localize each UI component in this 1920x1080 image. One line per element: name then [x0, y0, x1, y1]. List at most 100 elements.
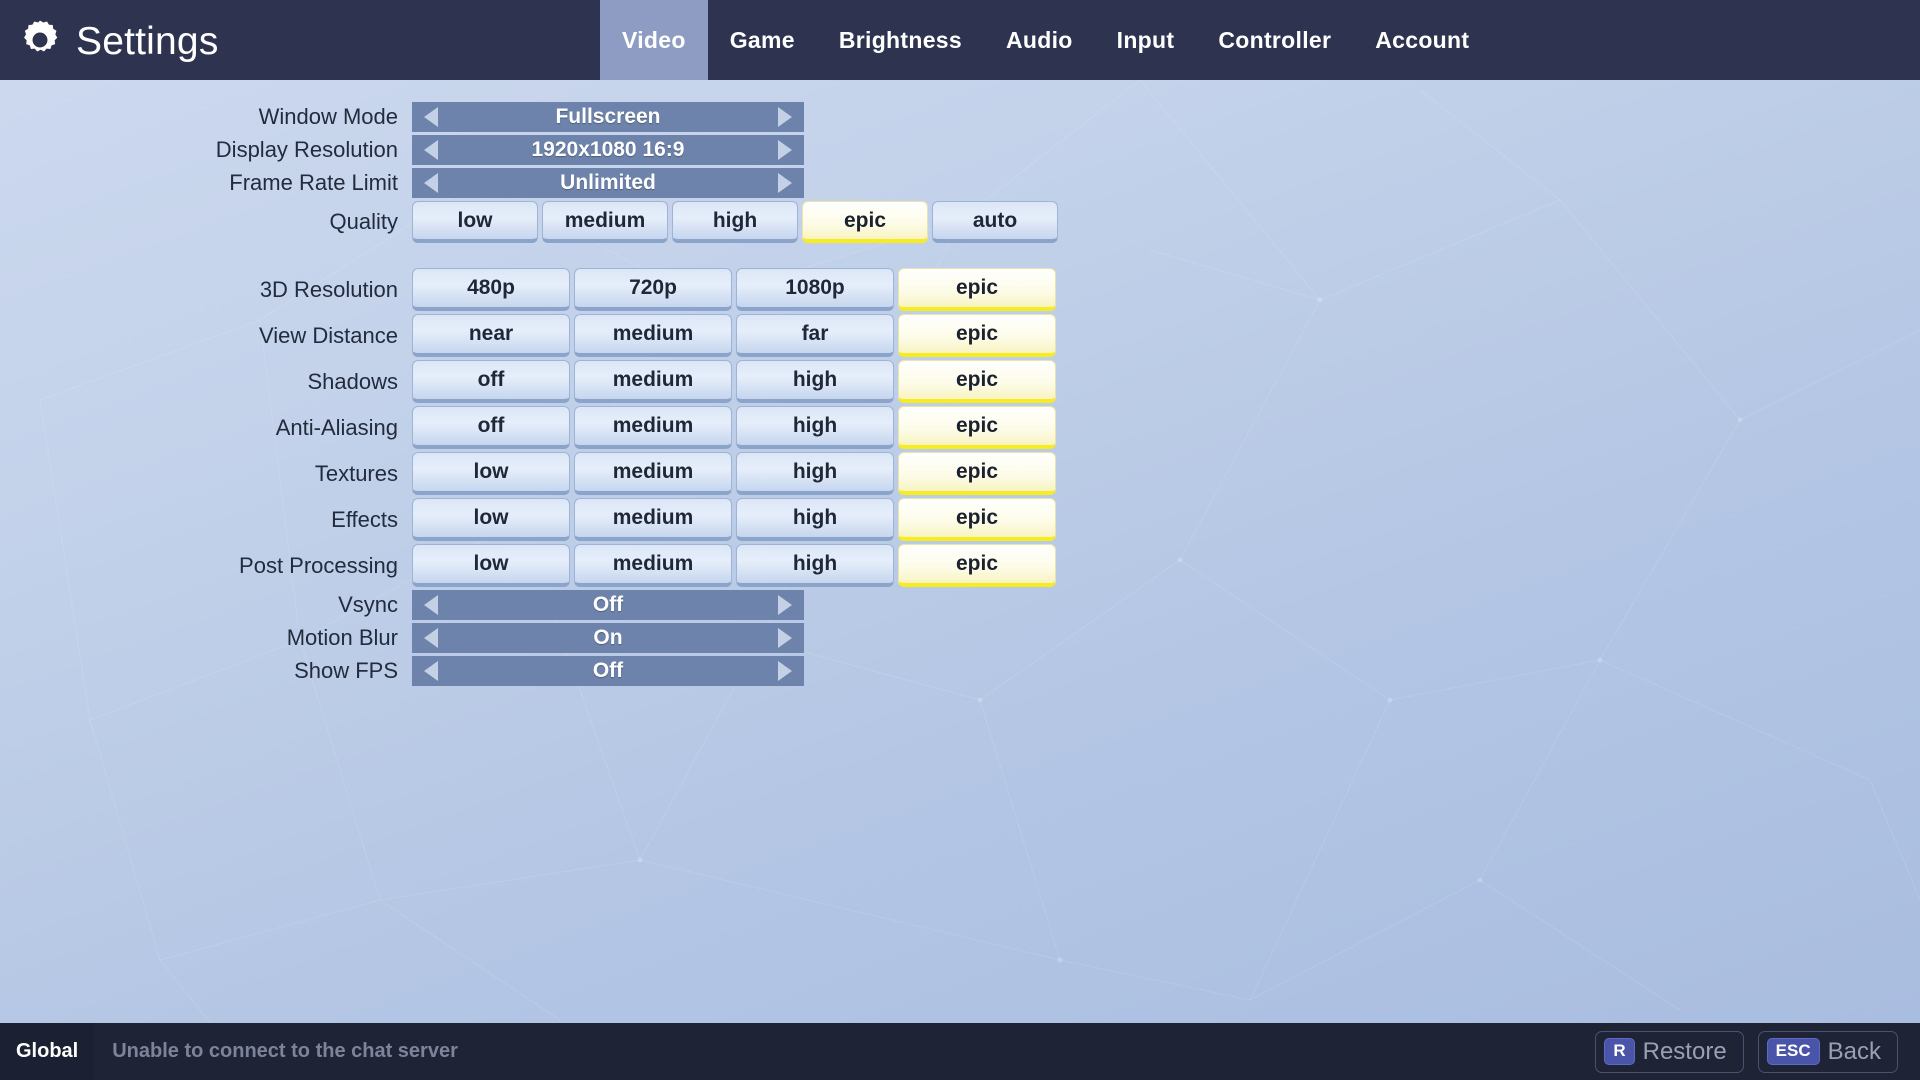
option-medium[interactable]: medium [542, 201, 668, 243]
tab-brightness[interactable]: Brightness [817, 0, 984, 80]
option-auto[interactable]: auto [932, 201, 1058, 243]
spinner-display-resolution[interactable]: 1920x1080 16:9 [412, 135, 804, 165]
restore-button[interactable]: R Restore [1595, 1030, 1744, 1073]
option-high[interactable]: high [736, 452, 894, 495]
spinner-frame-rate-limit[interactable]: Unlimited [412, 168, 804, 198]
arrow-right-icon[interactable] [778, 140, 792, 160]
tab-bar: Video Game Brightness Audio Input Controller A… [600, 0, 1491, 80]
tab-account[interactable]: Account [1353, 0, 1491, 80]
option-medium[interactable]: medium [574, 498, 732, 541]
option-group: low medium high epic [412, 544, 1060, 587]
arrow-right-icon[interactable] [778, 173, 792, 193]
arrow-left-icon[interactable] [424, 661, 438, 681]
setting-label: Window Mode [258, 104, 398, 129]
tab-label: Game [729, 26, 795, 53]
spinner-motion-blur[interactable]: On [412, 623, 804, 653]
tab-label: Video [622, 26, 686, 53]
setting-row: 3D Resolution 480p 720p 1080p epic [0, 268, 1920, 311]
option-low[interactable]: low [412, 452, 570, 495]
spinner-show-fps[interactable]: Off [412, 656, 804, 686]
arrow-right-icon[interactable] [778, 107, 792, 127]
setting-label: Motion Blur [286, 625, 398, 650]
tab-controller[interactable]: Controller [1196, 0, 1353, 80]
option-medium[interactable]: medium [574, 360, 732, 403]
arrow-left-icon[interactable] [424, 140, 438, 160]
option-480p[interactable]: 480p [412, 268, 570, 311]
option-low[interactable]: low [412, 544, 570, 587]
back-button[interactable]: ESC Back [1757, 1030, 1898, 1073]
arrow-left-icon[interactable] [424, 173, 438, 193]
setting-row: Effects low medium high epic [0, 498, 1920, 541]
option-group: low medium high epic auto [412, 201, 1062, 243]
setting-label: Display Resolution [215, 137, 398, 162]
option-label: low [473, 460, 509, 483]
option-label: medium [612, 368, 694, 391]
option-low[interactable]: low [412, 498, 570, 541]
setting-label: 3D Resolution [259, 276, 398, 302]
option-label: near [468, 322, 514, 345]
option-high[interactable]: high [736, 498, 894, 541]
option-epic[interactable]: epic [802, 201, 928, 243]
arrow-right-icon[interactable] [778, 595, 792, 615]
spinner-window-mode[interactable]: Fullscreen [412, 102, 804, 132]
arrow-left-icon[interactable] [424, 628, 438, 648]
option-medium[interactable]: medium [574, 544, 732, 587]
option-label: epic [955, 552, 999, 575]
option-off[interactable]: off [412, 360, 570, 403]
option-low[interactable]: low [412, 201, 538, 243]
option-off[interactable]: off [412, 406, 570, 449]
option-high[interactable]: high [736, 406, 894, 449]
option-1080p[interactable]: 1080p [736, 268, 894, 311]
option-label: medium [612, 460, 694, 483]
arrow-left-icon[interactable] [424, 107, 438, 127]
option-label: high [792, 414, 838, 437]
arrow-left-icon[interactable] [424, 595, 438, 615]
option-epic[interactable]: epic [898, 314, 1056, 357]
arrow-right-icon[interactable] [778, 628, 792, 648]
option-720p[interactable]: 720p [574, 268, 732, 311]
option-label: high [792, 368, 838, 391]
spinner-value: 1920x1080 16:9 [531, 138, 685, 161]
chat-channel-button[interactable]: Global [0, 1023, 95, 1080]
option-high[interactable]: high [736, 544, 894, 587]
option-label: high [792, 460, 838, 483]
setting-label: Vsync [338, 592, 398, 617]
option-epic[interactable]: epic [898, 498, 1056, 541]
option-label: epic [955, 322, 999, 345]
option-epic[interactable]: epic [898, 452, 1056, 495]
option-group: off medium high epic [412, 360, 1060, 403]
option-high[interactable]: high [736, 360, 894, 403]
option-epic[interactable]: epic [898, 268, 1056, 311]
quality-row-host: Quality low medium high epic auto [0, 201, 1920, 243]
setting-row: Quality low medium high epic auto [0, 201, 1920, 243]
option-epic[interactable]: epic [898, 406, 1056, 449]
option-epic[interactable]: epic [898, 360, 1056, 403]
option-label: off [477, 414, 505, 437]
page-title: Settings [76, 19, 219, 63]
option-medium[interactable]: medium [574, 314, 732, 357]
arrow-right-icon[interactable] [778, 661, 792, 681]
tab-game[interactable]: Game [708, 0, 817, 80]
action-label: Restore [1642, 1037, 1727, 1065]
option-far[interactable]: far [736, 314, 894, 357]
brand: Settings [0, 0, 600, 80]
settings-content: Window Mode Fullscreen Display Resolution 1… [0, 80, 1920, 686]
spinner-value: Unlimited [560, 171, 656, 194]
tab-video[interactable]: Video [600, 0, 708, 80]
setting-label: Anti-Aliasing [275, 414, 398, 440]
option-near[interactable]: near [412, 314, 570, 357]
header-bar: Settings Video Game Brightness Audio Input Co… [0, 0, 1920, 80]
spinner-vsync[interactable]: Off [412, 590, 804, 620]
option-epic[interactable]: epic [898, 544, 1056, 587]
tab-audio[interactable]: Audio [984, 0, 1095, 80]
option-label: off [477, 368, 505, 391]
option-group: low medium high epic [412, 498, 1060, 541]
tab-label: Controller [1218, 26, 1332, 53]
tab-input[interactable]: Input [1095, 0, 1197, 80]
option-medium[interactable]: medium [574, 406, 732, 449]
setting-row: Post Processing low medium high epic [0, 544, 1920, 587]
option-medium[interactable]: medium [574, 452, 732, 495]
option-high[interactable]: high [672, 201, 798, 243]
setting-label: Effects [331, 506, 398, 532]
setting-row: View Distance near medium far epic [0, 314, 1920, 357]
